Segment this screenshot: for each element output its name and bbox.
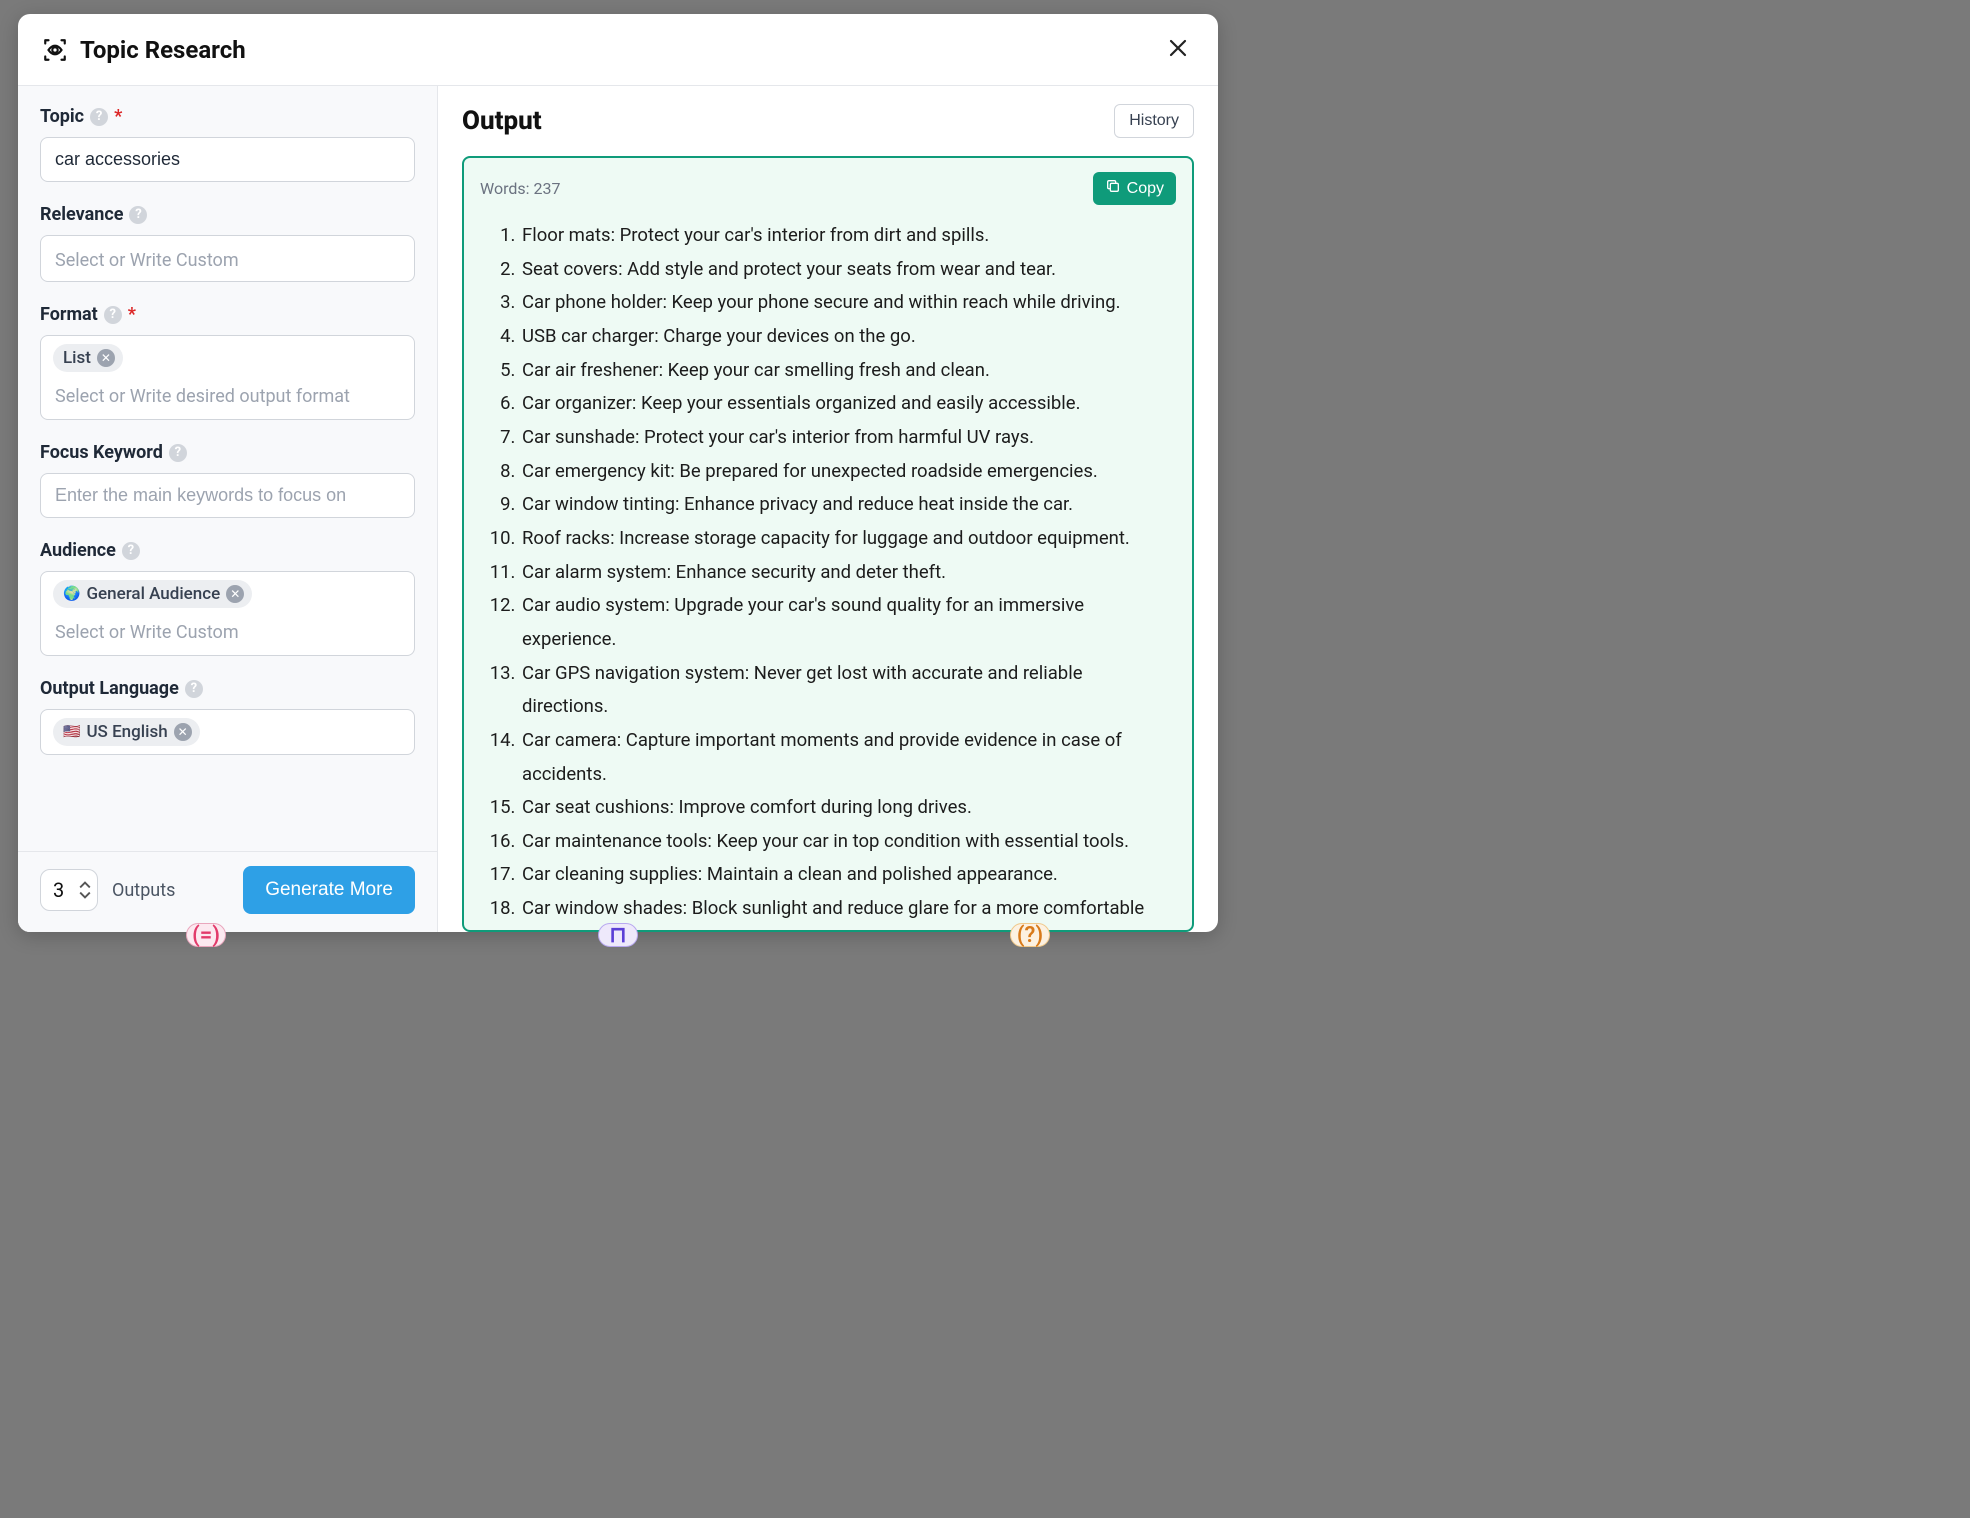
list-item: Car cleaning supplies: Maintain a clean … xyxy=(520,858,1172,892)
stepper-up-icon[interactable] xyxy=(79,880,91,890)
topic-label: Topic xyxy=(40,106,84,127)
audience-chip: 🌍 General Audience ✕ xyxy=(53,580,252,608)
chip-remove-icon[interactable]: ✕ xyxy=(226,585,244,603)
list-item: Car maintenance tools: Keep your car in … xyxy=(520,825,1172,859)
copy-label: Copy xyxy=(1127,180,1164,198)
list-item: Car alarm system: Enhance security and d… xyxy=(520,556,1172,590)
list-item: Car window tinting: Enhance privacy and … xyxy=(520,488,1172,522)
format-chip: List ✕ xyxy=(53,344,123,372)
close-button[interactable] xyxy=(1162,32,1194,67)
form-panel: Topic ? * Relevance ? Select or Write Cu… xyxy=(18,86,438,932)
close-icon xyxy=(1166,48,1190,63)
output-panel: Output History Words: 237 Copy Floor mat… xyxy=(438,86,1218,932)
help-icon[interactable]: ? xyxy=(90,108,108,126)
help-icon[interactable]: ? xyxy=(129,206,147,224)
audience-placeholder: Select or Write Custom xyxy=(53,614,402,645)
modal-title: Topic Research xyxy=(80,36,246,64)
outputs-count-stepper[interactable]: 3 xyxy=(40,869,98,911)
chip-label: List xyxy=(63,348,91,368)
modal-header: Topic Research xyxy=(18,14,1218,86)
list-item: Car air freshener: Keep your car smellin… xyxy=(520,354,1172,388)
required-indicator: * xyxy=(114,106,122,127)
language-select[interactable]: 🇺🇸 US English ✕ xyxy=(40,709,415,755)
list-item: Car GPS navigation system: Never get los… xyxy=(520,657,1172,724)
format-select[interactable]: List ✕ Select or Write desired output fo… xyxy=(40,335,415,420)
list-item: Floor mats: Protect your car's interior … xyxy=(520,219,1172,253)
format-placeholder: Select or Write desired output format xyxy=(53,378,402,409)
help-icon[interactable]: ? xyxy=(169,444,187,462)
language-label: Output Language xyxy=(40,678,179,699)
language-chip: 🇺🇸 US English ✕ xyxy=(53,718,200,746)
list-item: Car sunshade: Protect your car's interio… xyxy=(520,421,1172,455)
decoration-icon: ⊓ xyxy=(598,923,638,947)
background-decoration: (=) ⊓ (?) xyxy=(0,920,1236,950)
format-label: Format xyxy=(40,304,98,325)
list-item: Car phone holder: Keep your phone secure… xyxy=(520,286,1172,320)
focus-keyword-input[interactable] xyxy=(40,473,415,518)
copy-button[interactable]: Copy xyxy=(1093,172,1176,205)
list-item: Car seat cushions: Improve comfort durin… xyxy=(520,791,1172,825)
output-card: Words: 237 Copy Floor mats: Protect your… xyxy=(462,156,1194,932)
chip-label: US English xyxy=(86,722,167,742)
audience-label: Audience xyxy=(40,540,116,561)
decoration-icon: (=) xyxy=(186,923,226,947)
list-item: Seat covers: Add style and protect your … xyxy=(520,253,1172,287)
flag-us-icon: 🇺🇸 xyxy=(63,724,80,740)
ai-eye-icon xyxy=(42,37,68,63)
relevance-label: Relevance xyxy=(40,204,123,225)
required-indicator: * xyxy=(128,304,136,325)
focus-keyword-label: Focus Keyword xyxy=(40,442,163,463)
outputs-count-value: 3 xyxy=(53,878,64,902)
outputs-label: Outputs xyxy=(112,880,175,901)
list-item: Car emergency kit: Be prepared for unexp… xyxy=(520,455,1172,489)
help-icon[interactable]: ? xyxy=(122,542,140,560)
history-button[interactable]: History xyxy=(1114,104,1194,138)
audience-select[interactable]: 🌍 General Audience ✕ Select or Write Cus… xyxy=(40,571,415,656)
list-item: Roof racks: Increase storage capacity fo… xyxy=(520,522,1172,556)
list-item: Car audio system: Upgrade your car's sou… xyxy=(520,589,1172,656)
chip-label: General Audience xyxy=(86,584,220,604)
copy-icon xyxy=(1105,178,1121,199)
word-count: Words: 237 xyxy=(480,179,560,198)
help-icon[interactable]: ? xyxy=(185,680,203,698)
topic-input[interactable] xyxy=(40,137,415,182)
relevance-select[interactable]: Select or Write Custom xyxy=(40,235,415,282)
decoration-icon: (?) xyxy=(1010,923,1050,947)
topic-research-modal: Topic Research Topic ? * xyxy=(18,14,1218,932)
generate-more-button[interactable]: Generate More xyxy=(243,866,415,914)
relevance-placeholder: Select or Write Custom xyxy=(53,244,402,273)
chip-remove-icon[interactable]: ✕ xyxy=(174,723,192,741)
list-item: Car camera: Capture important moments an… xyxy=(520,724,1172,791)
globe-icon: 🌍 xyxy=(63,586,80,602)
chip-remove-icon[interactable]: ✕ xyxy=(97,349,115,367)
stepper-down-icon[interactable] xyxy=(79,890,91,900)
output-title: Output xyxy=(462,106,542,136)
output-list: Floor mats: Protect your car's interior … xyxy=(480,215,1176,930)
list-item: Car organizer: Keep your essentials orga… xyxy=(520,387,1172,421)
help-icon[interactable]: ? xyxy=(104,306,122,324)
list-item: USB car charger: Charge your devices on … xyxy=(520,320,1172,354)
